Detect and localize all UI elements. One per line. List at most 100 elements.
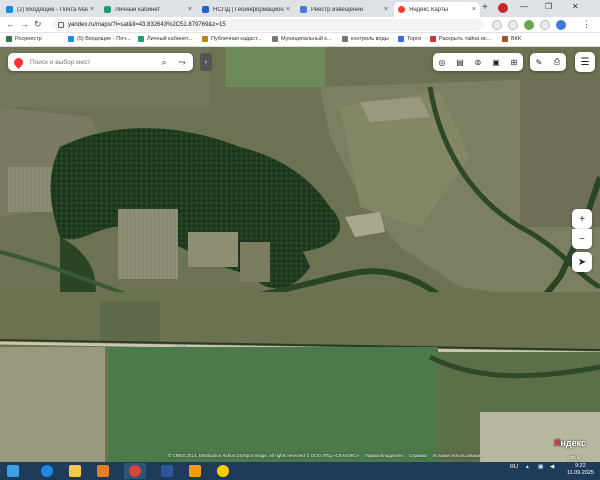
attribution-link[interactable]: Правообладатели bbox=[365, 453, 403, 458]
new-tab-button[interactable]: + bbox=[482, 2, 488, 13]
bookmark-label: Раскрыть тайна ис... bbox=[439, 36, 492, 42]
collapse-panel-button[interactable]: › bbox=[200, 53, 212, 71]
layers-toolbar: ◎ ▤ ⊚ ▣ ⊞ bbox=[433, 53, 523, 71]
word-app[interactable] bbox=[156, 463, 178, 479]
network-icon[interactable]: ▦ bbox=[538, 464, 543, 470]
star-icon[interactable] bbox=[508, 20, 518, 30]
close-icon[interactable]: × bbox=[384, 6, 388, 13]
clock[interactable]: 9:22 11.09.2025 bbox=[567, 463, 594, 477]
reload-icon[interactable]: ↻ bbox=[34, 19, 42, 30]
tab-yandex-maps[interactable]: Яндекс Карты × bbox=[394, 2, 480, 17]
satellite-map[interactable]: Р-158 Поиск и выбор мест ⌕ ⤳ › ◎ ▤ ⊚ ▣ ⊞… bbox=[0, 47, 600, 462]
bookmark-water[interactable]: контроль воды bbox=[342, 36, 389, 42]
close-icon[interactable]: × bbox=[188, 6, 192, 13]
chrome-app[interactable] bbox=[124, 463, 146, 479]
edge-app[interactable] bbox=[36, 463, 58, 479]
media-icon bbox=[97, 465, 109, 477]
panorama-icon[interactable]: ▤ bbox=[451, 53, 469, 71]
search-box[interactable]: Поиск и выбор мест ⌕ ⤳ bbox=[8, 53, 193, 71]
tab-title: Яндекс Карты bbox=[409, 6, 448, 13]
attribution-text: © CNES 2014, Distribution Airbus DS/Spot… bbox=[168, 452, 360, 458]
folder-icon bbox=[69, 465, 81, 477]
close-icon[interactable]: × bbox=[286, 6, 290, 13]
bookmark-label: ВКК bbox=[511, 36, 522, 42]
close-icon[interactable]: × bbox=[90, 6, 94, 13]
tab-registry[interactable]: Реестр извещений × bbox=[296, 2, 392, 17]
word-icon bbox=[161, 465, 173, 477]
yandex-app[interactable] bbox=[212, 463, 234, 479]
tray-arrow-icon[interactable]: ▴ bbox=[526, 464, 529, 470]
language-indicator[interactable]: RU bbox=[510, 464, 518, 470]
bookmark-label: контроль воды bbox=[351, 36, 389, 42]
yandex-logo[interactable]: Яндекс bbox=[554, 438, 586, 448]
route-icon[interactable]: ⤳ bbox=[175, 55, 189, 69]
bookmark-icon bbox=[272, 36, 278, 42]
scale-bar: 200 м bbox=[568, 455, 580, 460]
minimize-button[interactable]: — bbox=[520, 2, 528, 11]
bookmark-mail[interactable]: (5) Входящие - Поч... bbox=[68, 36, 131, 42]
windows-icon bbox=[7, 465, 19, 477]
avatar[interactable] bbox=[556, 20, 566, 30]
scale-label: 200 м bbox=[568, 455, 580, 460]
cabinet-icon bbox=[104, 6, 111, 13]
registry-icon bbox=[300, 6, 307, 13]
menu-icon[interactable]: ☰ bbox=[575, 52, 595, 72]
bookmark-rosreestr[interactable]: Росреестр bbox=[6, 36, 42, 42]
close-window-button[interactable]: ✕ bbox=[572, 2, 579, 11]
bookmark-vkk[interactable]: ВКК bbox=[502, 36, 521, 42]
yandex-browser-icon bbox=[217, 465, 229, 477]
yandex-maps-icon bbox=[398, 6, 405, 13]
tab-mail[interactable]: (2) Входящие - Почта Mail × bbox=[2, 2, 98, 17]
taskbar: RU ▴ ▦ ◀ 9:22 11.09.2025 bbox=[0, 462, 600, 480]
maximize-button[interactable]: ❐ bbox=[545, 2, 552, 11]
profile-icon[interactable] bbox=[498, 3, 508, 13]
tab-title: Реестр извещений bbox=[311, 6, 363, 13]
bookmark-secret[interactable]: Раскрыть тайна ис... bbox=[430, 36, 491, 42]
terms-link[interactable]: Условия использования bbox=[432, 453, 482, 458]
explorer-app[interactable] bbox=[64, 463, 86, 479]
tab-title: Личный кабинет bbox=[115, 6, 161, 13]
url-field[interactable]: yandex.ru/maps/?l=sat&ll=43.832643%2C51.… bbox=[52, 19, 484, 31]
time: 9:22 bbox=[575, 463, 586, 469]
logo-text: ндекс bbox=[560, 438, 586, 448]
search-input[interactable]: Поиск и выбор мест bbox=[30, 59, 157, 66]
start-button[interactable] bbox=[2, 463, 24, 479]
bookmark-icon bbox=[138, 36, 144, 42]
bookmark-label: Торги bbox=[407, 36, 422, 42]
extension-icon[interactable] bbox=[524, 20, 534, 30]
help-link[interactable]: Справка bbox=[409, 453, 427, 458]
back-icon[interactable]: ← bbox=[6, 19, 15, 29]
satellite-imagery[interactable] bbox=[0, 47, 600, 462]
bookmark-icon bbox=[68, 36, 74, 42]
volume-icon[interactable]: ◀ bbox=[550, 464, 554, 470]
layers-icon[interactable]: ◎ bbox=[433, 53, 451, 71]
chrome-icon bbox=[129, 465, 141, 477]
tab-title: (2) Входящие - Почта Mail bbox=[17, 6, 88, 13]
bookmark-icon bbox=[430, 36, 436, 42]
ruler-icon[interactable]: ✎ bbox=[530, 53, 548, 71]
search-icon[interactable]: ⌕ bbox=[157, 55, 171, 69]
zoom-out-button[interactable]: − bbox=[572, 229, 592, 249]
close-icon[interactable]: × bbox=[472, 6, 476, 13]
share-icon[interactable] bbox=[492, 20, 502, 30]
media-app[interactable] bbox=[92, 463, 114, 479]
bookmark-cabinet[interactable]: Личный кабинет... bbox=[138, 36, 192, 42]
traffic-icon[interactable]: ⊚ bbox=[469, 53, 487, 71]
parking-icon[interactable]: ⊞ bbox=[505, 53, 523, 71]
map-pin-icon bbox=[12, 55, 25, 69]
bookmark-cadastral[interactable]: Публичная кадаст... bbox=[202, 36, 262, 42]
bookmark-torgi[interactable]: Торги bbox=[398, 36, 421, 42]
bookmark-icon bbox=[6, 36, 12, 42]
bookmark-municipal[interactable]: Муниципальный к... bbox=[272, 36, 331, 42]
menu-dots-icon[interactable]: ⋮ bbox=[582, 19, 591, 30]
tab-cabinet[interactable]: Личный кабинет × bbox=[100, 2, 196, 17]
zoom-in-button[interactable]: + bbox=[572, 209, 592, 229]
puzzle-icon[interactable] bbox=[540, 20, 550, 30]
forward-icon[interactable]: → bbox=[20, 19, 29, 29]
geolocation-icon[interactable]: ➤ bbox=[572, 252, 592, 272]
mail-app[interactable] bbox=[184, 463, 206, 479]
tab-nspd[interactable]: НСПД | Геоинформационн × bbox=[198, 2, 294, 17]
transit-icon[interactable]: ▣ bbox=[487, 53, 505, 71]
print-icon[interactable]: ⎙ bbox=[548, 53, 566, 71]
bookmark-label: (5) Входящие - Поч... bbox=[77, 36, 131, 42]
